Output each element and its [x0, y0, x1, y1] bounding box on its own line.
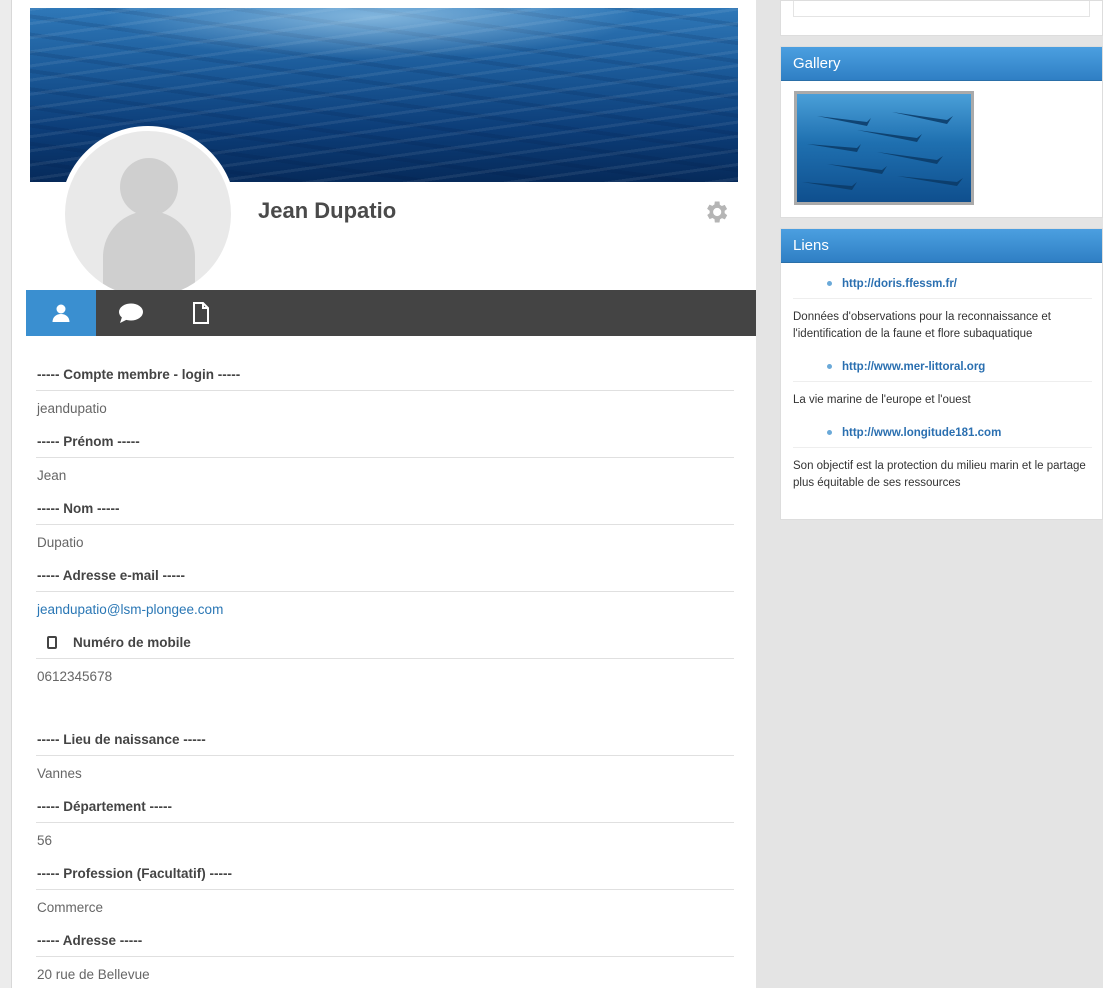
field-label: ----- Profession (Facultatif) -----: [36, 857, 734, 890]
gallery-title: Gallery: [781, 47, 1102, 81]
field-label: ----- Compte membre - login -----: [36, 358, 734, 391]
field-label: ----- Lieu de naissance -----: [36, 723, 734, 756]
field-value: Dupatio: [37, 534, 84, 550]
comment-icon: [119, 303, 143, 323]
bullet-icon: [827, 281, 832, 286]
field-label: ----- Nom -----: [36, 492, 734, 525]
file-icon: [193, 302, 209, 324]
tab-documents[interactable]: [166, 290, 236, 336]
field-value: 0612345678: [37, 668, 113, 684]
field-label-text: Numéro de mobile: [73, 634, 191, 650]
field-value: Jean: [37, 467, 67, 483]
list-item: http://www.mer-littoral.org: [793, 352, 1092, 382]
sidebar-top-widget-inner: [793, 1, 1090, 17]
list-item: http://www.longitude181.com: [793, 418, 1092, 448]
field-label-mobile: Numéro de mobile: [36, 626, 734, 659]
link-longitude181[interactable]: http://www.longitude181.com: [842, 427, 1001, 439]
link-doris[interactable]: http://doris.ffessm.fr/: [842, 278, 957, 290]
bullet-icon: [827, 430, 832, 435]
sidebar-top-widget: [780, 0, 1103, 36]
field-label: ----- Prénom -----: [36, 425, 734, 458]
avatar[interactable]: [60, 126, 236, 302]
gear-icon[interactable]: [702, 198, 730, 226]
links-panel: Liens http://doris.ffessm.fr/ Données d'…: [780, 228, 1103, 520]
link-description: La vie marine de l'europe et l'ouest: [793, 394, 971, 406]
link-description: Son objectif est la protection du milieu…: [793, 460, 1086, 489]
avatar-circle: [60, 126, 236, 302]
list-item: http://doris.ffessm.fr/: [793, 269, 1092, 299]
gallery-thumbnail[interactable]: [794, 91, 974, 205]
field-label: ----- Adresse -----: [36, 924, 734, 957]
tab-comments[interactable]: [96, 290, 166, 336]
field-label: ----- Département -----: [36, 790, 734, 823]
field-label: ----- Adresse e-mail -----: [36, 559, 734, 592]
tab-profile[interactable]: [26, 290, 96, 336]
profile-tabbar: [26, 290, 756, 336]
field-value: jeandupatio@lsm-plongee.com: [36, 592, 734, 626]
email-link[interactable]: jeandupatio@lsm-plongee.com: [37, 602, 223, 617]
field-value: Vannes: [37, 765, 82, 781]
field-value: 20 rue de Bellevue: [37, 966, 150, 982]
bullet-icon: [827, 364, 832, 369]
profile-fields: ----- Compte membre - login ----- jeandu…: [36, 358, 734, 988]
link-description: Données d'observations pour la reconnais…: [793, 311, 1051, 340]
avatar-body: [103, 211, 195, 291]
profile-main: Jean Dupatio ----- Compte membre - login…: [12, 0, 756, 988]
links-list: http://doris.ffessm.fr/ Données d'observ…: [781, 263, 1102, 501]
field-value: Commerce: [37, 899, 104, 915]
field-value: jeandupatio: [37, 400, 107, 416]
avatar-head: [120, 158, 178, 216]
link-mer-littoral[interactable]: http://www.mer-littoral.org: [842, 361, 985, 373]
mobile-phone-icon: [47, 635, 57, 649]
links-title: Liens: [781, 229, 1102, 263]
left-gutter: [0, 0, 12, 988]
field-value: 56: [37, 832, 53, 848]
profile-name: Jean Dupatio: [258, 198, 397, 223]
gallery-panel: Gallery: [780, 46, 1103, 218]
user-icon: [52, 304, 70, 322]
fish-school-image: [802, 112, 963, 190]
